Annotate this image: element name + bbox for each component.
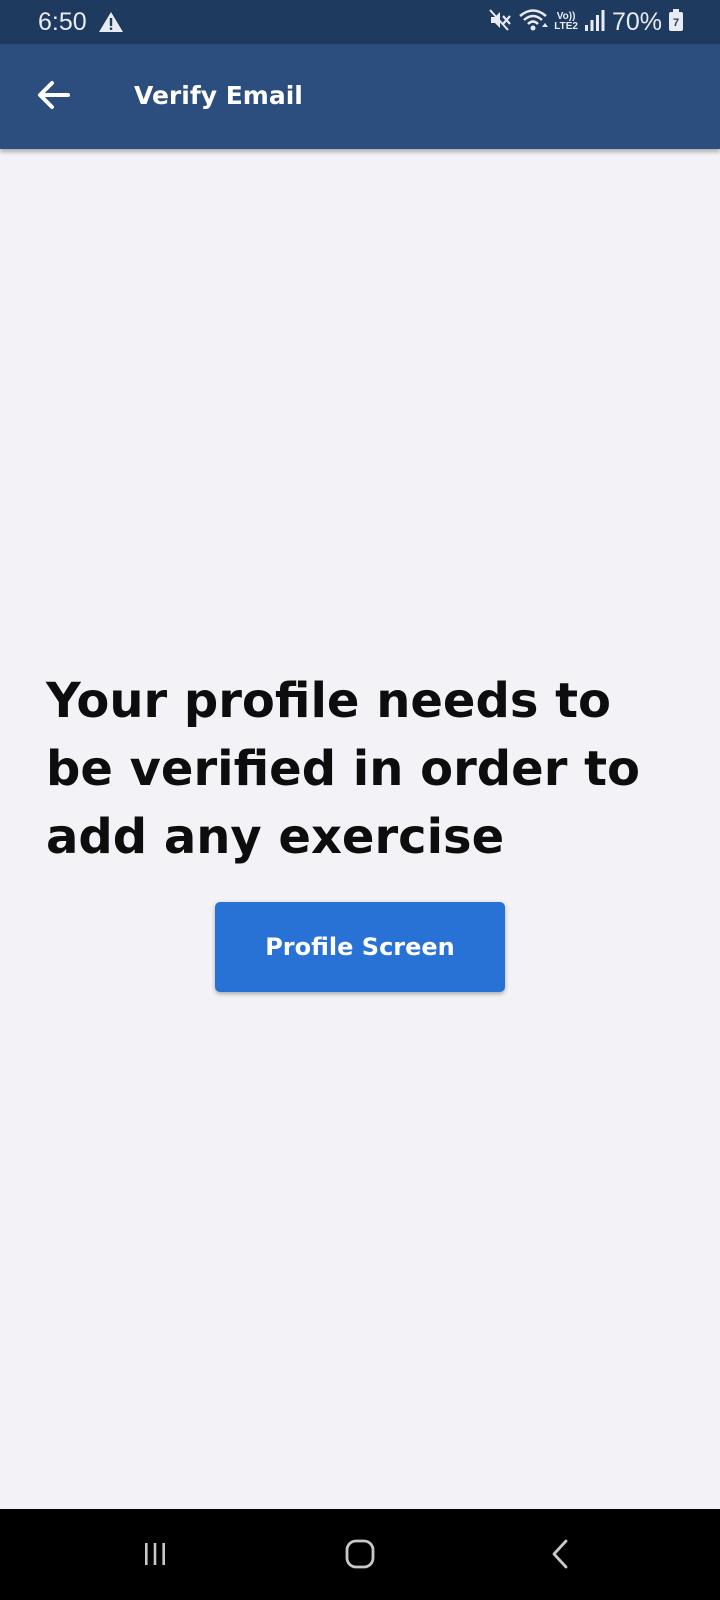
status-bar: 6:50 Vo)) LTE2 70% 7 (0, 0, 720, 44)
system-nav-bar (0, 1509, 720, 1600)
battery-icon: 7 (668, 8, 684, 36)
profile-screen-button-label: Profile Screen (265, 933, 455, 961)
recent-apps-icon[interactable] (125, 1529, 185, 1579)
home-icon[interactable] (330, 1529, 390, 1579)
network-type-label: Vo)) LTE2 (554, 12, 578, 32)
lte-label: LTE2 (554, 21, 578, 32)
main-content: Your profile needs to be verified in ord… (0, 149, 720, 1509)
verification-message: Your profile needs to be verified in ord… (46, 673, 640, 865)
status-time: 6:50 (38, 8, 87, 36)
alert-triangle-icon (98, 10, 124, 34)
back-icon[interactable] (530, 1529, 590, 1579)
status-icons: Vo)) LTE2 70% 7 (488, 6, 684, 38)
battery-badge-label: 7 (673, 17, 679, 29)
mute-icon (488, 8, 512, 36)
wifi-icon (518, 7, 549, 37)
page-title: Verify Email (134, 81, 303, 110)
app-bar: Verify Email (0, 44, 720, 149)
signal-icon (584, 8, 606, 36)
battery-percentage: 70% (611, 8, 662, 36)
arrow-left-icon (36, 80, 70, 114)
profile-screen-button[interactable]: Profile Screen (215, 902, 505, 992)
back-button[interactable] (28, 72, 78, 122)
